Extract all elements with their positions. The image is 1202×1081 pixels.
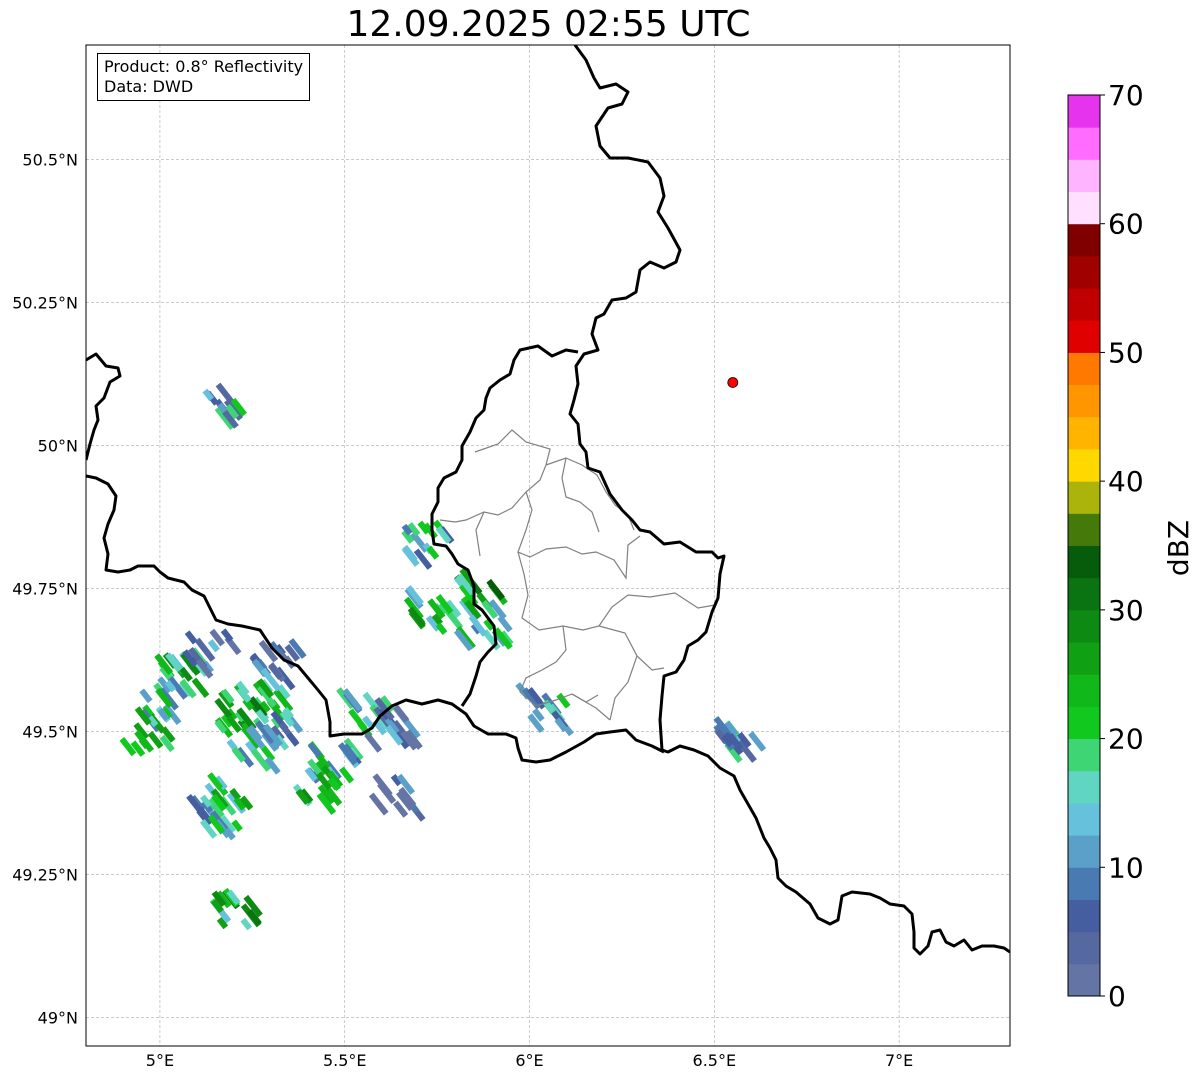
lon-tick-label: 6.5°E	[693, 1051, 737, 1070]
data-source-label: Data: DWD	[104, 77, 194, 96]
radar-site	[727, 377, 739, 388]
lon-tick-label: 5°E	[146, 1051, 174, 1070]
radar-map: 5°E 5.5°E 6°E 6.5°E 7°E 50.5°N 50.25°N 50°N 49.7…	[12, 44, 1011, 1070]
radar-site-marker	[727, 377, 739, 388]
lat-tick-label: 49.25°N	[12, 865, 78, 884]
lon-tick-label: 7°E	[885, 1051, 913, 1070]
product-label: Product: 0.8° Reflectivity	[104, 57, 304, 76]
product-info-box: Product: 0.8° Reflectivity Data: DWD	[97, 53, 311, 101]
lon-tick-label: 6°E	[515, 1051, 543, 1070]
lat-tick-label: 50.5°N	[22, 150, 78, 169]
lat-tick-label: 49°N	[38, 1008, 78, 1027]
lat-tick-label: 49.5°N	[22, 722, 78, 741]
lat-tick-label: 49.75°N	[12, 579, 78, 598]
map-title: 12.09.2025 02:55 UTC	[346, 4, 751, 45]
lat-tick-label: 50.25°N	[12, 293, 78, 312]
lat-tick-label: 50°N	[38, 436, 78, 455]
lon-tick-label: 5.5°E	[323, 1051, 367, 1070]
